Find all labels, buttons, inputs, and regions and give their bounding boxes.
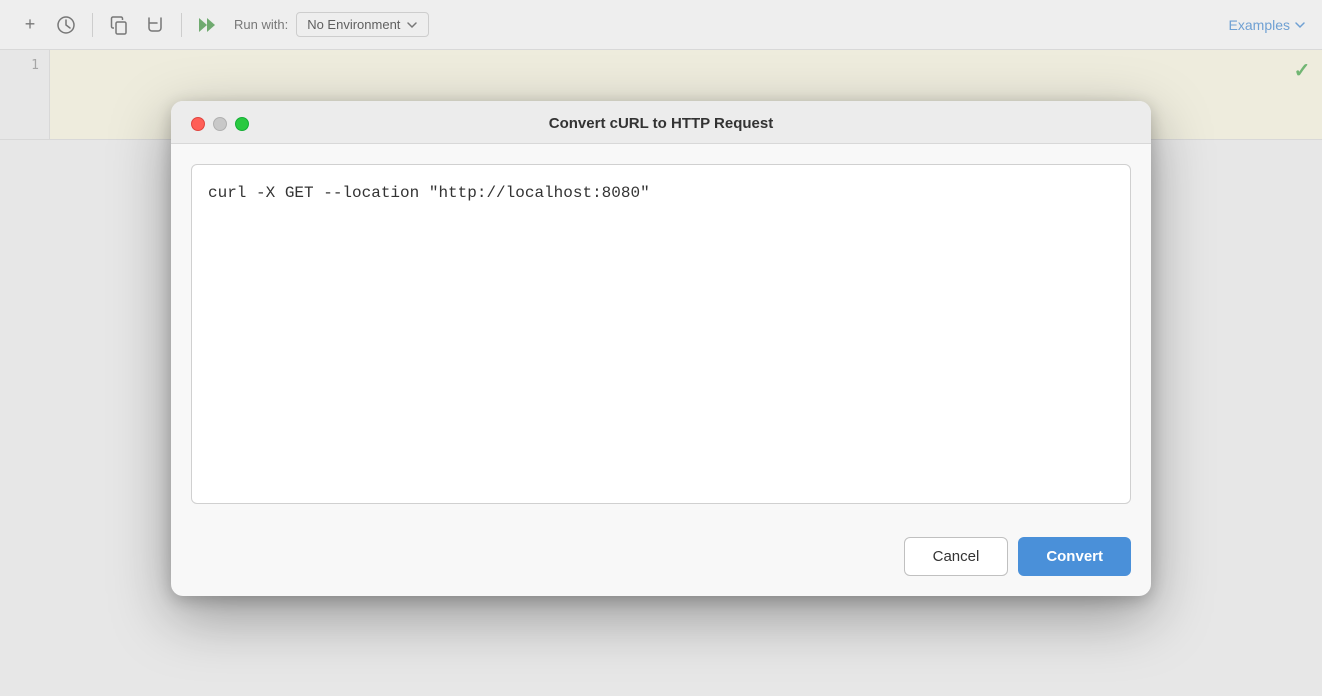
traffic-lights	[191, 117, 249, 131]
curl-textarea[interactable]	[191, 164, 1131, 504]
modal-body	[171, 144, 1151, 525]
modal-title: Convert cURL to HTTP Request	[549, 115, 773, 132]
maximize-window-button[interactable]	[235, 117, 249, 131]
modal-overlay: Convert cURL to HTTP Request Cancel Conv…	[0, 0, 1322, 696]
modal-footer: Cancel Convert	[171, 525, 1151, 596]
modal-dialog: Convert cURL to HTTP Request Cancel Conv…	[171, 101, 1151, 596]
modal-titlebar: Convert cURL to HTTP Request	[171, 101, 1151, 144]
minimize-window-button[interactable]	[213, 117, 227, 131]
close-window-button[interactable]	[191, 117, 205, 131]
cancel-button[interactable]: Cancel	[904, 537, 1009, 576]
convert-button[interactable]: Convert	[1018, 537, 1131, 576]
